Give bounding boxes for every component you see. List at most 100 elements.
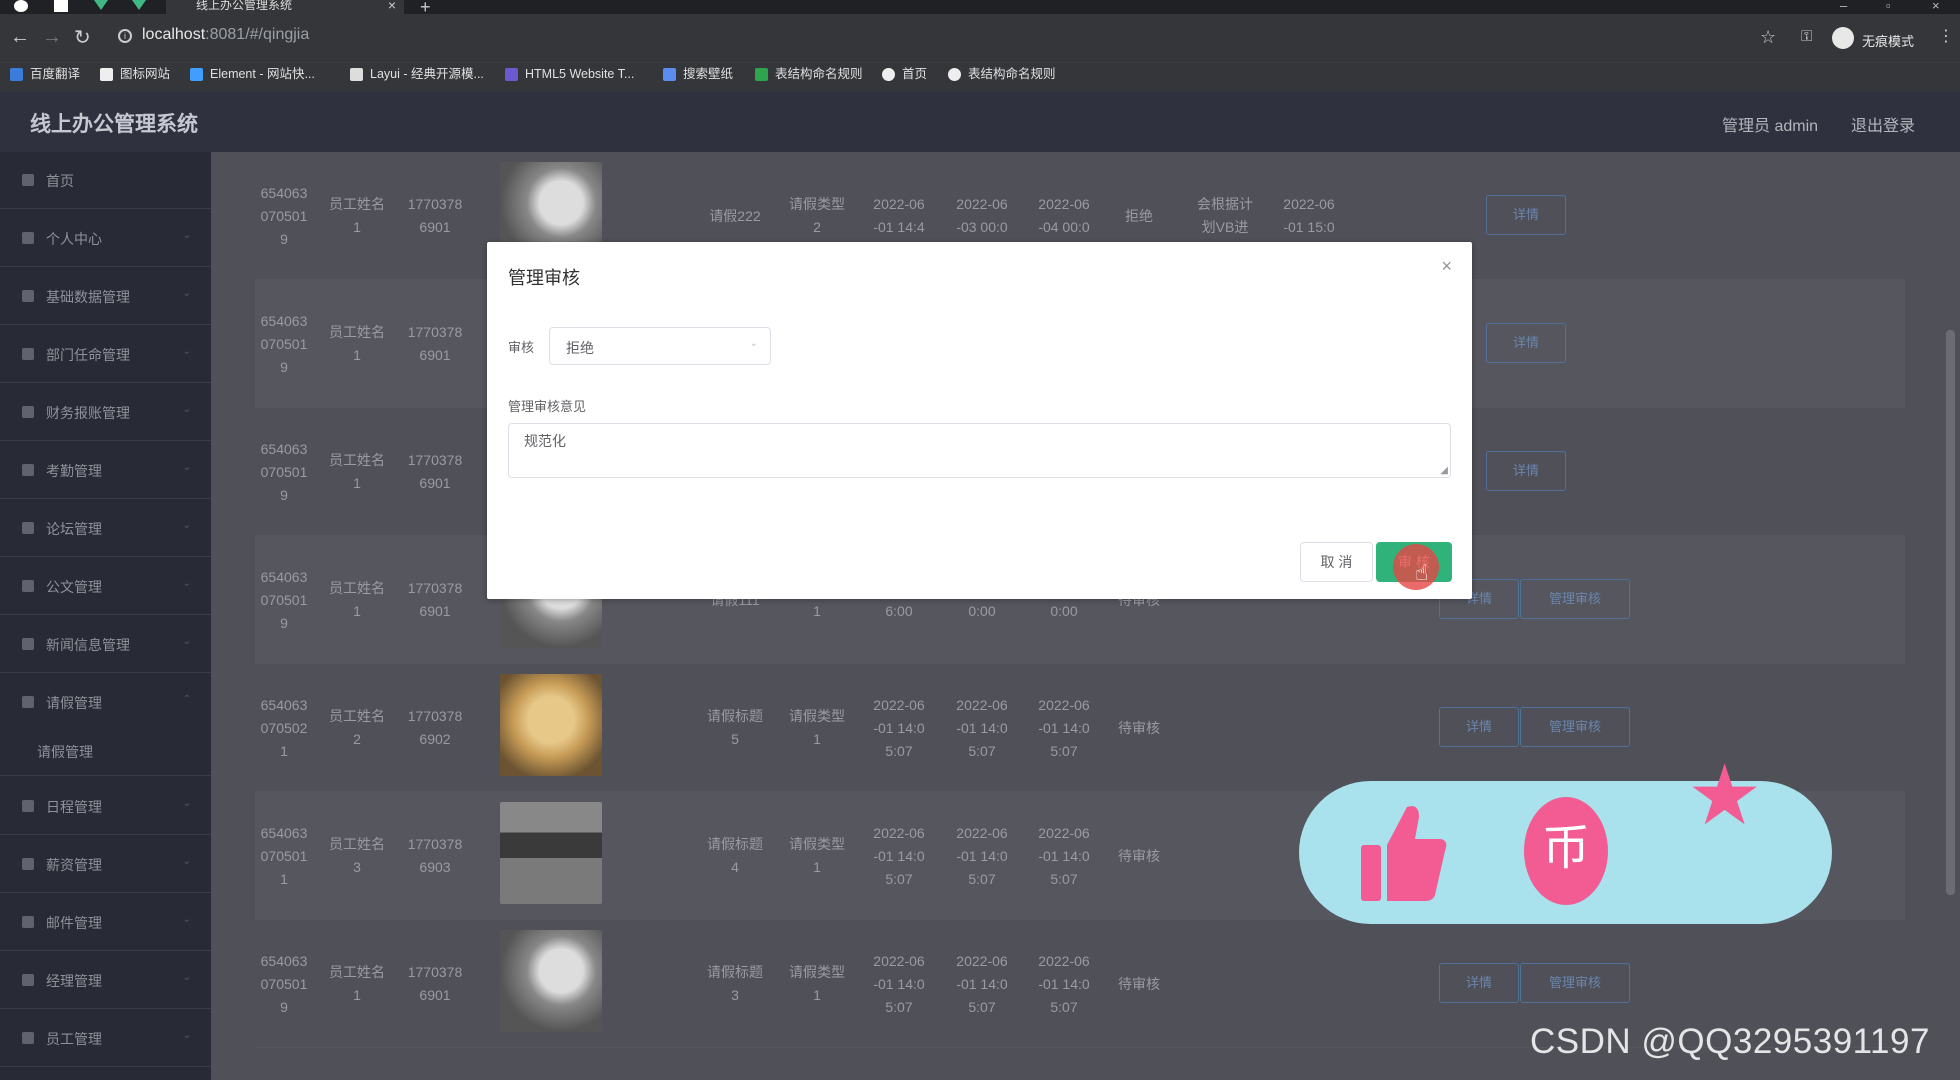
cell-title: 请假222 xyxy=(709,207,761,224)
detail-button[interactable]: 详情 xyxy=(1486,323,1566,363)
calendar-icon xyxy=(22,800,34,812)
bookmark-item[interactable]: HTML5 Website T... xyxy=(505,64,634,84)
flag-icon xyxy=(100,68,113,81)
like-coin-fav-overlay: 币 ★ xyxy=(1299,753,1832,924)
cell-phone: 1770378 6901 xyxy=(407,964,463,1003)
sidebar-item-schedule[interactable]: 日程管理 ⌄ xyxy=(0,778,211,835)
bookmark-item[interactable]: 首页 xyxy=(882,64,927,84)
star-icon[interactable]: ★ xyxy=(1687,753,1762,837)
url-field[interactable]: localhost:8081/#/qingjia xyxy=(142,26,309,44)
close-icon[interactable]: × xyxy=(1441,256,1452,277)
chevron-down-icon: ⌄ xyxy=(182,346,191,357)
audit-dialog: 管理审核 × 审核 拒绝 ⌄ 管理审核意见 规范化 ◢ 取 消 审 核 ☝ xyxy=(487,242,1472,599)
sidebar-item-salary[interactable]: 薪资管理 ⌄ xyxy=(0,836,211,893)
back-icon[interactable]: ← xyxy=(10,26,30,49)
bookmark-label: 图标网站 xyxy=(120,67,171,81)
maximize-icon[interactable]: ▫ xyxy=(1886,0,1891,13)
detail-button[interactable]: 详情 xyxy=(1439,707,1519,747)
bookmark-label: 百度翻译 xyxy=(30,67,81,81)
browser-menu-icon[interactable]: ⋮ xyxy=(1938,26,1954,46)
cell-phone: 1770378 6903 xyxy=(407,836,463,875)
cell-d2: 2022-06 -01 14:0 5:07 xyxy=(956,824,1008,887)
user-icon xyxy=(22,522,34,534)
bookmark-item[interactable]: 图标网站 xyxy=(100,64,170,84)
bookmark-item[interactable]: 百度翻译 xyxy=(10,64,80,84)
sidebar-item-forum[interactable]: 论坛管理 ⌄ xyxy=(0,500,211,557)
sidebar-item-basic-data[interactable]: 基础数据管理 ⌄ xyxy=(0,268,211,325)
row-photo xyxy=(500,674,602,776)
bookmark-label: 表结构命名规则 xyxy=(968,67,1056,81)
manage-audit-button[interactable]: 管理审核 xyxy=(1520,579,1630,619)
clock-icon xyxy=(22,464,34,476)
sidebar-item-manager[interactable]: 经理管理 ⌄ xyxy=(0,952,211,1009)
cancel-button[interactable]: 取 消 xyxy=(1300,542,1373,582)
sidebar-subitem-leave[interactable]: 请假管理 xyxy=(0,728,211,776)
cell-d3: 2022-06 -04 00:0 xyxy=(1038,196,1090,235)
sidebar-item-news[interactable]: 新闻信息管理 ⌄ xyxy=(0,616,211,673)
key-icon[interactable]: ⚿ xyxy=(1801,28,1812,45)
cell-phone: 1770378 6901 xyxy=(407,580,463,619)
cell-d1: 2022-06 -01 14:0 5:07 xyxy=(873,952,925,1015)
close-window-icon[interactable]: × xyxy=(1932,0,1940,13)
bookmark-item[interactable]: 表结构命名规则 xyxy=(755,64,863,84)
audit-label: 审核 xyxy=(508,340,535,355)
sidebar-item-finance[interactable]: 财务报账管理 ⌄ xyxy=(0,384,211,441)
bookmark-item[interactable]: 表结构命名规则 xyxy=(948,64,1056,84)
minimize-icon[interactable]: – xyxy=(1840,0,1847,13)
reload-icon[interactable]: ↻ xyxy=(74,25,91,50)
sidebar-item-profile[interactable]: 个人中心 ⌄ xyxy=(0,210,211,267)
folder-icon xyxy=(22,974,34,986)
incognito-icon[interactable] xyxy=(1832,27,1854,49)
sidebar-item-documents[interactable]: 公文管理 ⌄ xyxy=(0,558,211,615)
element-icon xyxy=(190,68,203,81)
audit-select[interactable]: 拒绝 ⌄ xyxy=(549,327,771,365)
sidebar-item-label: 日程管理 xyxy=(46,799,102,815)
sidebar-item-home[interactable]: 首页 xyxy=(0,152,211,209)
scrollbar[interactable] xyxy=(1946,330,1955,895)
resize-grip-icon[interactable]: ◢ xyxy=(1440,465,1448,476)
tab-active[interactable]: 线上办公管理系统 × xyxy=(166,0,404,14)
chevron-down-icon: ⌄ xyxy=(182,230,191,241)
vue-icon xyxy=(132,0,146,10)
doc-icon xyxy=(22,580,34,592)
bookmark-item[interactable]: Element - 网站快... xyxy=(190,64,315,84)
bookmark-star-icon[interactable]: ☆ xyxy=(1760,27,1776,48)
tab-close-icon[interactable]: × xyxy=(388,0,396,12)
manage-audit-button[interactable]: 管理审核 xyxy=(1520,707,1630,747)
chevron-down-icon: ⌄ xyxy=(749,338,758,349)
sidebar-item-attendance[interactable]: 考勤管理 ⌄ xyxy=(0,442,211,499)
app-header xyxy=(0,92,1960,152)
site-info-icon[interactable]: i xyxy=(118,29,132,43)
sidebar-item-label: 新闻信息管理 xyxy=(46,637,130,653)
url-host: localhost xyxy=(142,26,206,43)
audit-select-value: 拒绝 xyxy=(566,340,594,356)
bookmark-label: 搜索壁纸 xyxy=(683,67,734,81)
detail-button[interactable]: 详情 xyxy=(1486,195,1566,235)
coin-icon[interactable]: 币 xyxy=(1524,797,1608,905)
incognito-label: 无痕模式 xyxy=(1862,34,1915,49)
wallpaper-icon xyxy=(663,68,676,81)
cell-phone: 1770378 6902 xyxy=(407,708,463,747)
browser-icon xyxy=(14,0,28,12)
opinion-textarea[interactable]: 规范化 ◢ xyxy=(508,423,1451,478)
manage-audit-button[interactable]: 管理审核 xyxy=(1520,963,1630,1003)
cell-d2: 2022-06 -03 00:0 xyxy=(956,196,1008,235)
logout-link[interactable]: 退出登录 xyxy=(1851,112,1915,136)
sidebar-item-department[interactable]: 部门任命管理 ⌄ xyxy=(0,326,211,383)
detail-button[interactable]: 详情 xyxy=(1486,451,1566,491)
sidebar-item-mail[interactable]: 邮件管理 ⌄ xyxy=(0,894,211,951)
cell-d3: 2022-06 -01 14:0 5:07 xyxy=(1038,824,1090,887)
cell-id: 654063 070501 9 xyxy=(260,312,308,375)
cell-id: 654063 070501 9 xyxy=(260,952,308,1015)
sidebar-item-employee[interactable]: 员工管理 ⌄ xyxy=(0,1010,211,1067)
sidebar-item-label: 论坛管理 xyxy=(46,521,102,537)
chevron-down-icon: ⌄ xyxy=(182,798,191,809)
forward-icon[interactable]: → xyxy=(42,26,62,49)
chevron-down-icon: ⌄ xyxy=(182,578,191,589)
thumbs-up-icon[interactable] xyxy=(1361,803,1447,903)
bookmark-item[interactable]: Layui - 经典开源模... xyxy=(350,64,484,84)
sidebar-item-leave[interactable]: 请假管理 ⌃ xyxy=(0,674,211,731)
detail-button[interactable]: 详情 xyxy=(1439,963,1519,1003)
home-icon xyxy=(22,174,34,186)
bookmark-item[interactable]: 搜索壁纸 xyxy=(663,64,733,84)
